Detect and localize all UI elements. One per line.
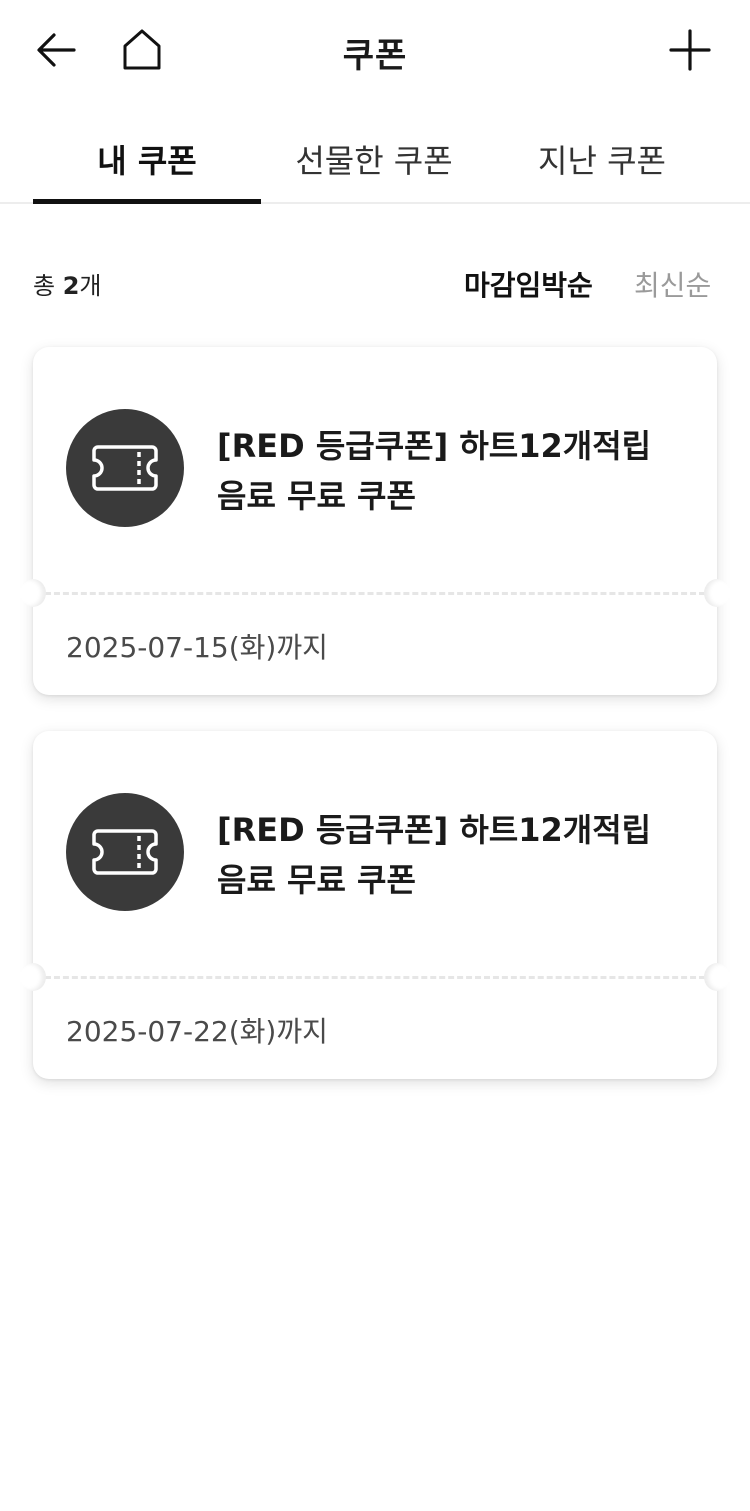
tab-past-coupons[interactable]: 지난 쿠폰 [488,136,716,182]
ticket-notch-right [704,963,730,991]
coupon-icon-badge [66,409,184,527]
coupon-title: [RED 등급쿠폰] 하트12개적립 음료 무료 쿠폰 [217,811,652,899]
ticket-notch-right [704,579,730,607]
active-tab-indicator [33,199,261,204]
coupon-card[interactable]: [RED 등급쿠폰] 하트12개적립 음료 무료 쿠폰 2025-07-15(화… [20,347,730,695]
ticket-notch-left [20,963,46,991]
ticket-icon [92,445,158,491]
page-title: 쿠폰 [342,36,408,76]
count-prefix: 총 [33,272,63,300]
coupon-expiry: 2025-07-22(화)까지 [66,1015,328,1048]
sort-deadline[interactable]: 마감임박순 [464,264,593,304]
tab-my-coupons[interactable]: 내 쿠폰 [33,136,261,182]
coupon-tabs: 내 쿠폰 선물한 쿠폰 지난 쿠폰 [0,120,750,204]
add-coupon-button[interactable] [662,22,718,78]
sort-latest[interactable]: 최신순 [634,264,711,304]
ticket-icon [92,829,158,875]
perforation-divider [45,592,705,595]
count-value: 2 [62,272,80,300]
perforation-divider [45,976,705,979]
coupon-title: [RED 등급쿠폰] 하트12개적립 음료 무료 쿠폰 [217,427,652,515]
plus-icon [669,29,711,71]
coupon-expiry: 2025-07-15(화)까지 [66,631,328,664]
coupon-count: 총 2개 [33,266,102,301]
ticket-notch-left [20,579,46,607]
count-suffix: 개 [79,272,102,300]
app-header: 쿠폰 [0,0,750,100]
coupon-card[interactable]: [RED 등급쿠폰] 하트12개적립 음료 무료 쿠폰 2025-07-22(화… [20,731,730,1079]
coupon-icon-badge [66,793,184,911]
tab-gifted-coupons[interactable]: 선물한 쿠폰 [260,136,488,182]
